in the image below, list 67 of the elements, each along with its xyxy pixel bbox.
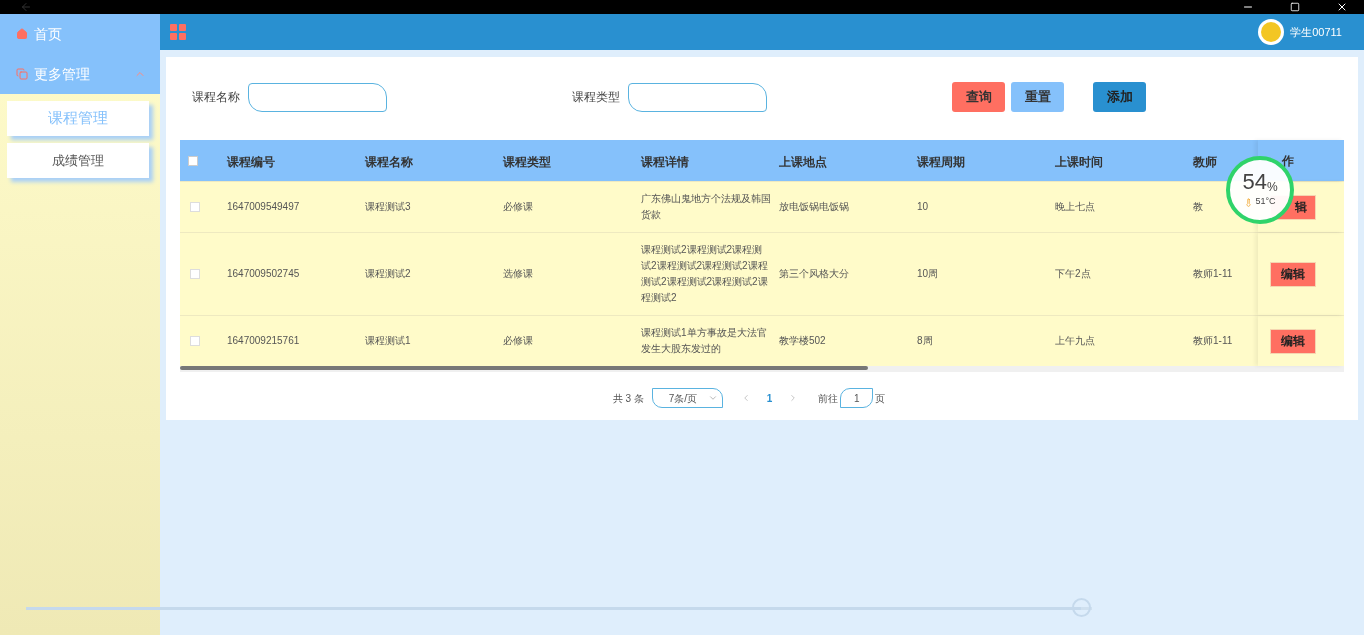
table-cell-text: 上午九点: [1055, 334, 1095, 348]
checkbox[interactable]: [190, 269, 200, 279]
table-cell-text: 广东佛山鬼地方个法规及韩国货款: [641, 192, 771, 222]
maximize-icon[interactable]: [1290, 2, 1300, 12]
table-cell-text: 10: [917, 200, 929, 214]
table-cell-text: 1647009502745: [227, 267, 300, 281]
table-cell-text: 1647009215761: [227, 334, 300, 348]
goto-label: 前往: [818, 391, 839, 406]
table-cell-text: 晚上七点: [1055, 200, 1095, 214]
total-count: 共 3 条: [612, 391, 644, 406]
table-cell-text: 10周: [917, 267, 939, 281]
table-cell-text: 课程测试3: [365, 200, 411, 214]
seek-bar-thumb[interactable]: [1072, 598, 1092, 617]
edit-button[interactable]: 编辑: [1270, 261, 1316, 287]
table-cell-text: 课程测试1: [365, 334, 411, 348]
table-cell-text: 教: [1193, 200, 1203, 214]
column-header: 教师: [1193, 154, 1217, 169]
column-header: 课程详情: [641, 154, 689, 169]
chevron-down-icon: [707, 393, 718, 403]
back-icon[interactable]: [20, 1, 32, 13]
checkbox[interactable]: [190, 336, 200, 346]
user-name[interactable]: 学生00711: [1290, 23, 1342, 41]
column-header: 作: [1282, 152, 1294, 170]
avatar[interactable]: [1258, 19, 1285, 45]
table-cell-text: 必修课: [503, 200, 533, 214]
page-size-select[interactable]: 7条/页: [651, 388, 723, 408]
table-cell-text: 课程测试2: [365, 267, 411, 281]
edit-button[interactable]: 编辑: [1270, 328, 1316, 354]
column-header: 上课地点: [779, 154, 827, 169]
goto-page-field[interactable]: 1: [840, 388, 874, 408]
action-button[interactable]: 查询: [952, 82, 1005, 112]
column-header: 课程类型: [503, 154, 551, 169]
input-field[interactable]: [628, 82, 767, 112]
table-cell-text: 放电饭锅电饭锅: [779, 200, 849, 214]
page-number[interactable]: 1: [758, 390, 781, 406]
table-cell-text: 第三个风格大分: [779, 267, 849, 281]
goto-suffix: 页: [875, 391, 886, 406]
scrollbar-thumb[interactable]: [180, 366, 868, 370]
table-cell-text: 8周: [917, 334, 933, 348]
table-cell-text: 教学楼502: [779, 334, 826, 348]
action-button[interactable]: 添加: [1093, 82, 1146, 112]
percent-value: 54: [1242, 171, 1267, 194]
action-button[interactable]: 重置: [1011, 82, 1064, 112]
field-label: 课程类型: [572, 89, 620, 106]
checkbox[interactable]: [188, 155, 198, 166]
table-cell-text: 下午2点: [1055, 267, 1091, 281]
close-icon[interactable]: [1336, 1, 1348, 13]
input-field[interactable]: [248, 82, 387, 112]
table-cell-text: 选修课: [503, 267, 533, 281]
table-cell-text: 教师1-11: [1193, 334, 1233, 348]
table-cell-text: 教师1-11: [1193, 267, 1233, 281]
percent-unit: %: [1266, 181, 1278, 194]
field-label: 课程名称: [192, 89, 240, 106]
table-cell-text: 课程测试1单方事故是大法官发生大股东发过的: [641, 326, 768, 356]
copy-icon: [16, 68, 28, 80]
home-icon: [16, 28, 28, 40]
grid-icon[interactable]: [170, 24, 186, 40]
table-cell-text: 1647009549497: [227, 200, 300, 214]
table-cell-text: 课程测试2课程测试2课程测试2课程测试2课程测试2课程测试2课程测试2课程测试2课程测试2: [641, 243, 769, 305]
table-cell-text: 必修课: [503, 334, 533, 348]
checkbox[interactable]: [190, 202, 200, 212]
column-header: 课程编号: [227, 154, 275, 169]
submenu-item[interactable]: 成绩管理: [7, 143, 149, 178]
column-header: 课程周期: [917, 154, 965, 169]
column-header: 上课时间: [1055, 154, 1103, 169]
column-header: 课程名称: [365, 154, 413, 169]
thermometer-icon: [1244, 197, 1254, 207]
